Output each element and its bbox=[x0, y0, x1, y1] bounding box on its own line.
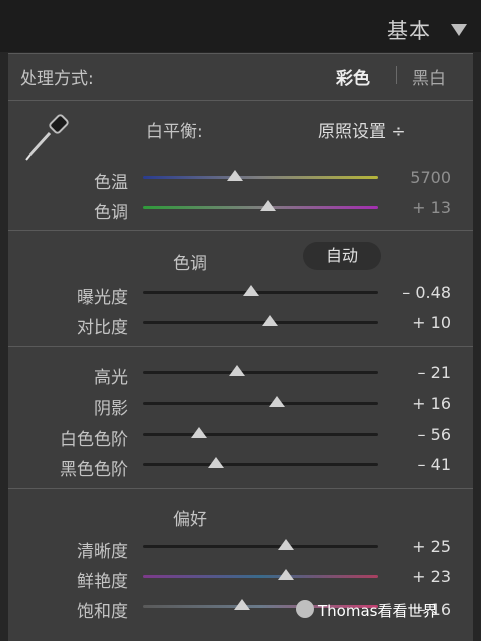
vibrance-label: 鲜艳度 bbox=[77, 572, 128, 592]
vibrance-value[interactable]: + 23 bbox=[371, 567, 451, 586]
tint-slider-thumb[interactable] bbox=[259, 200, 276, 211]
eyedropper-icon[interactable] bbox=[22, 113, 72, 163]
exposure-slider-thumb[interactable] bbox=[243, 285, 260, 296]
wechat-icon bbox=[296, 600, 314, 618]
exposure-label: 曝光度 bbox=[77, 288, 128, 308]
highlights-slider-track[interactable] bbox=[143, 371, 378, 374]
exposure-slider-track[interactable] bbox=[143, 291, 378, 294]
whites-slider-thumb[interactable] bbox=[191, 427, 208, 438]
tint-label: 色调 bbox=[94, 203, 128, 223]
auto-tone-button[interactable]: 自动 bbox=[303, 242, 381, 270]
blacks-slider-thumb[interactable] bbox=[207, 457, 224, 468]
mode-separator bbox=[396, 66, 397, 84]
shadows-value[interactable]: + 16 bbox=[371, 394, 451, 413]
saturation-slider-thumb[interactable] bbox=[233, 599, 250, 610]
contrast-slider-thumb[interactable] bbox=[261, 315, 278, 326]
bw-mode-button[interactable]: 黑白 bbox=[412, 64, 446, 89]
tint-value[interactable]: + 13 bbox=[371, 198, 451, 217]
blacks-value[interactable]: – 41 bbox=[371, 455, 451, 474]
presence-header: 偏好 bbox=[173, 510, 207, 530]
temp-slider-track[interactable] bbox=[143, 176, 378, 179]
treatment-label: 处理方式: bbox=[20, 69, 94, 89]
contrast-value[interactable]: + 10 bbox=[371, 313, 451, 332]
clarity-value[interactable]: + 25 bbox=[371, 537, 451, 556]
white-balance-dropdown[interactable]: 原照设置 ÷ bbox=[318, 117, 406, 142]
blacks-slider-track[interactable] bbox=[143, 463, 378, 466]
collapse-triangle-icon[interactable] bbox=[451, 24, 467, 36]
temp-value[interactable]: 5700 bbox=[371, 168, 451, 187]
panel-title: 基本 bbox=[387, 19, 431, 43]
exposure-value[interactable]: – 0.48 bbox=[371, 283, 451, 302]
clarity-label: 清晰度 bbox=[77, 542, 128, 562]
color-mode-button[interactable]: 彩色 bbox=[336, 64, 370, 89]
whites-slider-track[interactable] bbox=[143, 433, 378, 436]
whites-value[interactable]: – 56 bbox=[371, 425, 451, 444]
whites-label: 白色色阶 bbox=[60, 430, 128, 450]
temp-label: 色温 bbox=[94, 173, 128, 193]
clarity-slider-thumb[interactable] bbox=[278, 539, 295, 550]
highlights-value[interactable]: – 21 bbox=[371, 363, 451, 382]
shadows-label: 阴影 bbox=[94, 399, 128, 419]
vibrance-slider-track[interactable] bbox=[143, 575, 378, 578]
tone-header: 色调 bbox=[173, 254, 207, 274]
highlights-label: 高光 bbox=[94, 368, 128, 388]
vibrance-slider-thumb[interactable] bbox=[278, 569, 295, 580]
watermark-text: Thomas看看世界 bbox=[318, 602, 438, 620]
saturation-label: 饱和度 bbox=[77, 602, 128, 622]
highlights-slider-thumb[interactable] bbox=[229, 365, 245, 376]
contrast-slider-track[interactable] bbox=[143, 321, 378, 324]
clarity-slider-track[interactable] bbox=[143, 545, 378, 548]
blacks-label: 黑色色阶 bbox=[60, 460, 128, 480]
contrast-label: 对比度 bbox=[77, 318, 128, 338]
shadows-slider-thumb[interactable] bbox=[268, 396, 285, 407]
temp-slider-thumb[interactable] bbox=[226, 170, 243, 181]
shadows-slider-track[interactable] bbox=[143, 402, 378, 405]
white-balance-label: 白平衡: bbox=[146, 122, 203, 142]
